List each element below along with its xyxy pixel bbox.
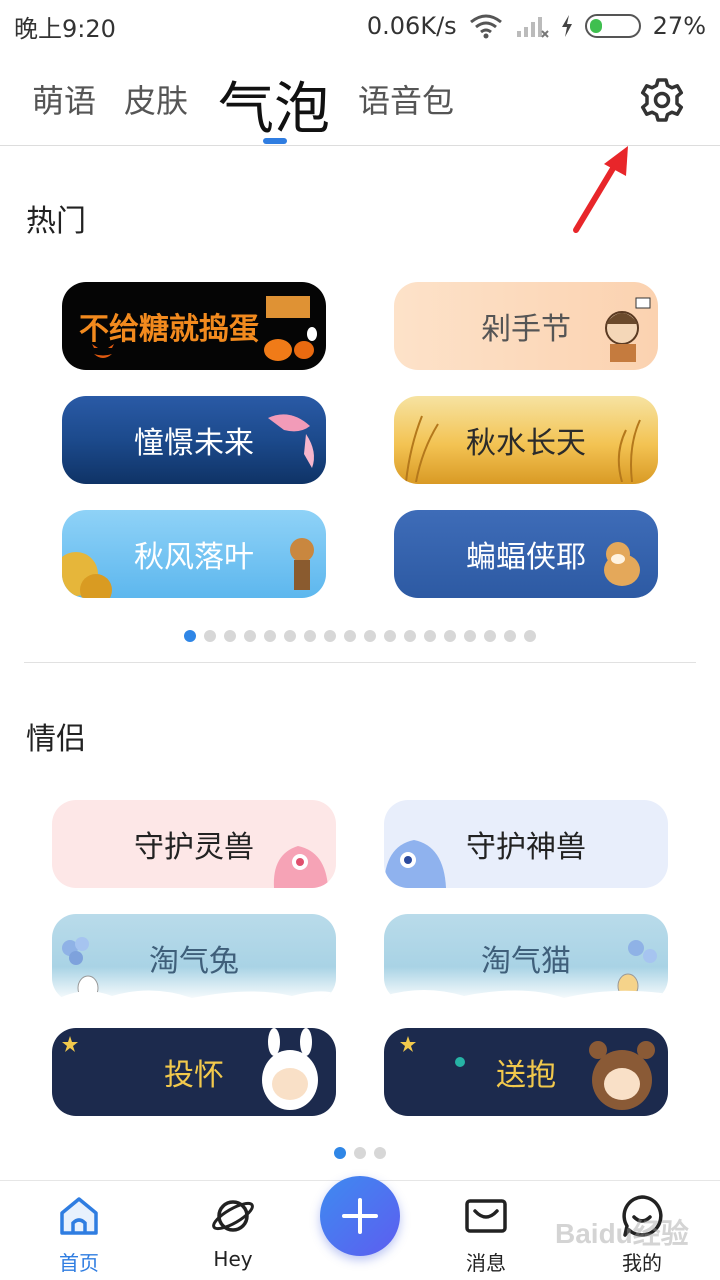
watermark: Baidu经验 — [555, 1218, 689, 1249]
nav-hey[interactable]: Hey — [173, 1181, 293, 1280]
nav-home-label: 首页 — [59, 1251, 99, 1275]
nav-messages-label: 消息 — [466, 1251, 506, 1275]
tab-bubble[interactable]: 气泡 — [218, 64, 330, 145]
page-dot[interactable] — [244, 630, 256, 642]
nav-hey-label: Hey — [213, 1247, 253, 1271]
bubble-label: 憧憬未来 — [134, 426, 254, 461]
bubble-item[interactable]: 秋水长天 — [394, 396, 658, 484]
bubble-item[interactable]: 秋风落叶 — [62, 510, 326, 598]
page-dot[interactable] — [224, 630, 236, 642]
page-dot[interactable] — [374, 1147, 386, 1159]
battery-percent: 27% — [652, 12, 706, 40]
page-dot[interactable] — [334, 1147, 346, 1159]
tab-mengyu[interactable]: 萌语 — [32, 76, 96, 122]
settings-button[interactable] — [638, 76, 686, 124]
pink-monster-icon — [273, 846, 328, 888]
bubble-label: 秋风落叶 — [134, 540, 254, 575]
page-dot[interactable] — [444, 630, 456, 642]
nav-home[interactable]: 首页 — [19, 1181, 139, 1280]
home-icon — [60, 1197, 98, 1235]
page-dot[interactable] — [354, 1147, 366, 1159]
bubble-item[interactable]: 剁手节 — [394, 282, 658, 370]
bubble-item[interactable]: 不给糖就捣蛋 — [62, 282, 326, 370]
bubble-item[interactable]: 蝙蝠侠耶 — [394, 510, 658, 598]
network-speed: 0.06K/s — [366, 12, 457, 40]
plus-icon — [342, 1198, 378, 1234]
bubble-label: 秋水长天 — [466, 426, 586, 461]
bubble-label: 守护灵兽 — [134, 830, 254, 865]
shopping-girl-icon — [605, 297, 651, 362]
page-dot[interactable] — [464, 630, 476, 642]
battery-icon — [584, 14, 641, 38]
bubble-label: 淘气猫 — [481, 944, 571, 979]
pumpkin-icon — [264, 296, 317, 361]
page-dot[interactable] — [424, 630, 436, 642]
section-title-couple: 情侣 — [26, 722, 86, 757]
couple-page-indicator — [334, 1147, 386, 1159]
charging-icon — [561, 15, 572, 37]
bubble-label: 守护神兽 — [466, 830, 586, 865]
signal-icon — [516, 17, 549, 38]
page-dot[interactable] — [304, 630, 316, 642]
bubble-item[interactable]: 守护灵兽 — [52, 800, 336, 888]
page-dot[interactable] — [264, 630, 276, 642]
planet-icon — [212, 1200, 254, 1232]
flying-fish-icon — [268, 414, 314, 468]
page-dot[interactable] — [384, 630, 396, 642]
page-dot[interactable] — [344, 630, 356, 642]
bubble-label: 投怀 — [164, 1058, 224, 1093]
nav-messages[interactable]: 消息 — [426, 1181, 546, 1280]
page-dot[interactable] — [484, 630, 496, 642]
shiba-dog-icon — [604, 542, 640, 586]
page-dot[interactable] — [204, 630, 216, 642]
bubble-label: 剁手节 — [481, 312, 571, 347]
page-dot[interactable] — [284, 630, 296, 642]
page-dot[interactable] — [524, 630, 536, 642]
section-title-hot: 热门 — [26, 204, 86, 239]
header-divider — [0, 145, 720, 146]
bubble-item[interactable]: 投怀 — [52, 1028, 336, 1116]
status-bar: 晚上9:20 0.06K/s 27% — [0, 0, 720, 52]
status-time: 晚上9:20 — [14, 14, 116, 43]
blue-monster-icon — [384, 840, 446, 888]
page-dot[interactable] — [504, 630, 516, 642]
section-divider — [24, 662, 696, 663]
page-dot[interactable] — [364, 630, 376, 642]
bubble-label: 不给糖就捣蛋 — [79, 312, 259, 347]
tab-voice-pack[interactable]: 语音包 — [358, 76, 454, 122]
bubble-item[interactable]: 送抱 — [384, 1028, 668, 1116]
bubble-item[interactable]: 淘气猫 — [384, 914, 668, 1002]
gear-icon — [640, 78, 684, 122]
bubble-item[interactable]: 淘气兔 — [52, 914, 336, 1002]
page-dot[interactable] — [404, 630, 416, 642]
bubble-item[interactable]: 守护神兽 — [384, 800, 668, 888]
bubble-label: 淘气兔 — [149, 944, 239, 979]
wifi-icon — [469, 14, 502, 39]
top-tab-bar: 萌语 皮肤 气泡 语音包 — [0, 56, 720, 146]
page-dot[interactable] — [324, 630, 336, 642]
create-button[interactable] — [320, 1176, 400, 1256]
tab-skin[interactable]: 皮肤 — [124, 76, 188, 122]
hot-page-indicator — [184, 630, 536, 642]
annotation-arrow — [573, 146, 628, 233]
mail-icon — [465, 1199, 507, 1233]
bubble-label: 送抱 — [496, 1058, 556, 1093]
page-dot[interactable] — [184, 630, 196, 642]
bubble-label: 蝙蝠侠耶 — [466, 540, 586, 575]
active-tab-indicator — [263, 138, 287, 144]
bubble-item[interactable]: 憧憬未来 — [62, 396, 326, 484]
